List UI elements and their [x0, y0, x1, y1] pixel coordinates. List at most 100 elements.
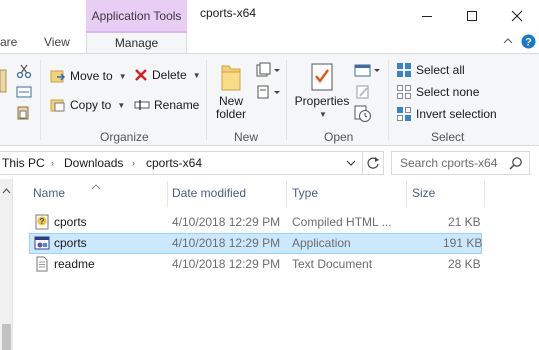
file-name: cports — [54, 236, 87, 250]
file-size: 191 KB — [443, 236, 483, 250]
delete-button[interactable]: Delete ▼ — [134, 68, 201, 82]
edit-button[interactable] — [356, 85, 370, 102]
file-row[interactable]: readme 4/10/2018 12:29 PM Text Document … — [29, 254, 482, 275]
address-row: This PC › Downloads › cports-x64 Search … — [0, 147, 539, 179]
copy-to-label: Copy to — [70, 98, 112, 112]
history-button[interactable] — [354, 105, 372, 126]
address-history-dropdown[interactable] — [345, 157, 357, 172]
copy-to-button[interactable]: Copy to ▼ — [50, 97, 125, 113]
search-icon[interactable] — [509, 156, 523, 173]
file-name: cports — [54, 215, 87, 229]
easy-access-button[interactable] — [256, 84, 280, 103]
invert-selection-icon — [397, 107, 411, 121]
select-none-button[interactable]: Select none — [396, 84, 479, 100]
open-button[interactable] — [354, 64, 380, 81]
column-header-size[interactable]: Size — [406, 185, 484, 211]
properties-label: Properties — [294, 94, 350, 108]
file-row-selected[interactable]: cports 4/10/2018 12:29 PM Application 19… — [29, 233, 482, 254]
column-divider[interactable] — [484, 181, 485, 207]
svg-text:?: ? — [40, 217, 45, 226]
chevron-up-icon — [503, 38, 513, 44]
copy-to-icon — [50, 99, 65, 112]
new-folder-button[interactable]: New folder — [213, 62, 249, 121]
column-header-type[interactable]: Type — [286, 185, 406, 211]
close-button[interactable] — [494, 0, 539, 31]
file-row[interactable]: ? cports 4/10/2018 12:29 PM Compiled HTM… — [29, 212, 482, 233]
rename-label: Rename — [154, 98, 200, 112]
copy-path-icon — [16, 86, 32, 98]
file-type: Text Document — [292, 257, 373, 271]
address-bar[interactable]: This PC › Downloads › cports-x64 — [0, 151, 384, 175]
new-item-button[interactable] — [256, 62, 280, 81]
properties-button[interactable]: Properties ▼ — [294, 62, 350, 121]
file-date-modified: 4/10/2018 12:29 PM — [172, 257, 281, 271]
new-group-label: New — [234, 130, 259, 144]
tab-share[interactable]: are — [0, 31, 17, 53]
edit-icon — [356, 85, 369, 99]
close-icon — [511, 10, 523, 21]
application-icon — [34, 235, 50, 251]
svg-text:?: ? — [525, 37, 532, 49]
breadcrumb-cports-x64[interactable]: cports-x64 — [146, 156, 202, 170]
scroll-up-arrow[interactable] — [2, 184, 11, 198]
paste-shortcut-icon — [17, 106, 29, 120]
file-size: 21 KB — [448, 215, 481, 229]
select-none-label: Select none — [416, 85, 480, 99]
breadcrumb-this-pc[interactable]: This PC — [2, 156, 45, 170]
delete-label: Delete — [152, 68, 187, 82]
help-button[interactable]: ? — [521, 34, 536, 52]
application-tools-context-label: Application Tools — [86, 0, 187, 31]
invert-selection-button[interactable]: Invert selection — [396, 106, 497, 122]
chevron-down-icon: ▼ — [117, 100, 126, 110]
copy-path-button[interactable] — [16, 86, 32, 101]
navigation-pane-scrollbar-thumb[interactable] — [2, 324, 11, 350]
chevron-down-icon: ▼ — [118, 71, 127, 81]
refresh-button[interactable] — [366, 156, 380, 173]
tab-view[interactable]: View — [44, 31, 70, 53]
ribbon: Move to ▼ Copy to ▼ Delete ▼ Rename Organiz… — [0, 53, 539, 146]
column-header-name[interactable]: Name — [27, 185, 167, 211]
help-icon: ? — [521, 34, 536, 49]
minimize-button[interactable] — [404, 0, 450, 31]
properties-icon — [311, 63, 333, 91]
text-file-icon — [34, 256, 50, 272]
cut-button[interactable] — [16, 63, 32, 82]
group-separator — [388, 60, 389, 140]
file-date-modified: 4/10/2018 12:29 PM — [172, 236, 281, 250]
move-to-label: Move to — [70, 69, 113, 83]
column-header-date-modified[interactable]: Date modified — [166, 185, 286, 211]
rename-button[interactable]: Rename — [134, 98, 199, 112]
organize-group-label: Organize — [100, 130, 149, 144]
maximize-button[interactable] — [449, 0, 495, 31]
search-input-placeholder[interactable]: Search cports-x64 — [400, 156, 497, 170]
breadcrumb-downloads[interactable]: Downloads — [64, 156, 123, 170]
file-name: readme — [54, 257, 95, 271]
paste-shortcut-button[interactable] — [16, 106, 30, 123]
ribbon-tab-row: are View Manage ? — [0, 31, 539, 53]
select-all-label: Select all — [416, 63, 465, 77]
collapse-ribbon-button[interactable] — [502, 35, 514, 50]
breadcrumb-separator-icon: › — [132, 158, 135, 168]
file-list-area: Name Date modified Type Size ? cports 4/… — [0, 179, 539, 350]
history-icon — [354, 105, 371, 122]
select-none-icon — [397, 85, 411, 99]
open-group-label: Open — [324, 130, 354, 144]
move-to-button[interactable]: Move to ▼ — [50, 68, 127, 84]
title-bar: Application Tools cports-x64 — [0, 0, 539, 31]
scissors-icon — [16, 64, 32, 79]
tab-manage[interactable]: Manage — [86, 31, 187, 53]
maximize-icon — [467, 10, 477, 21]
context-tab-accent — [86, 31, 187, 33]
chevron-up-icon — [2, 188, 11, 194]
group-separator — [206, 60, 207, 140]
search-box[interactable]: Search cports-x64 — [391, 151, 530, 175]
help-file-icon: ? — [34, 214, 50, 230]
navigation-pane — [0, 179, 13, 350]
select-all-button[interactable]: Select all — [396, 62, 465, 78]
new-item-icon — [256, 62, 280, 77]
refresh-icon — [367, 157, 379, 169]
minimize-icon — [422, 15, 432, 17]
move-to-icon — [50, 70, 66, 83]
new-folder-label-line2: folder — [215, 107, 247, 121]
open-icon — [354, 64, 380, 77]
